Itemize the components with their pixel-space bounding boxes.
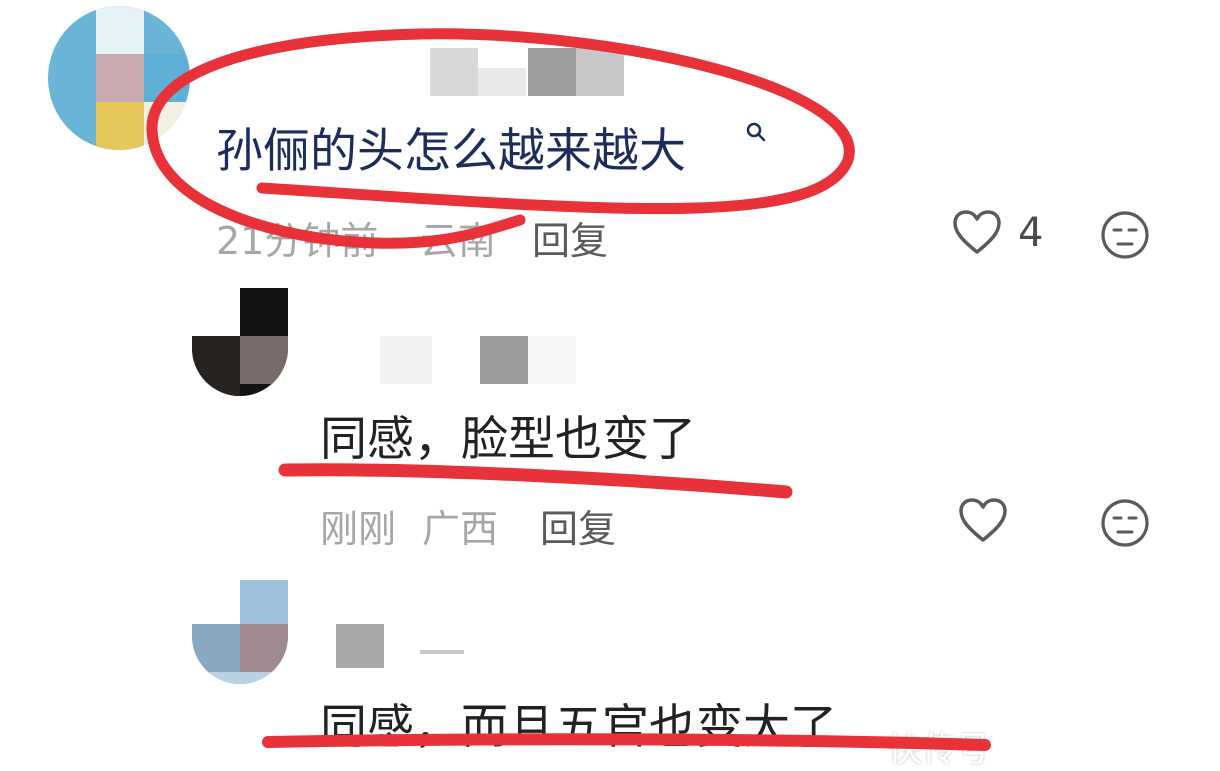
- reply-button[interactable]: 回复: [540, 498, 616, 553]
- username-blurred[interactable]: [430, 48, 630, 98]
- reply-button[interactable]: 回复: [532, 210, 608, 265]
- heart-icon[interactable]: [958, 498, 1008, 548]
- comment-location: 广西: [422, 507, 499, 551]
- search-icon[interactable]: [744, 120, 768, 148]
- comment-time: 刚刚: [320, 507, 397, 551]
- emoji-icon[interactable]: [1100, 210, 1150, 264]
- annotation-underline-1: [278, 463, 793, 499]
- comment-text: 同感，脸型也变了: [320, 412, 696, 467]
- avatar[interactable]: [48, 6, 190, 150]
- username-blurred[interactable]: [336, 624, 476, 672]
- like-count: 4: [1018, 210, 1044, 256]
- comment-time: 21分钟前: [216, 219, 379, 263]
- heart-icon[interactable]: [952, 210, 1002, 260]
- comment-location: 云南: [420, 219, 497, 263]
- avatar[interactable]: [192, 580, 288, 684]
- comment-text: 孙俪的头怎么越来越大: [216, 124, 686, 179]
- username-blurred[interactable]: [380, 336, 580, 386]
- comment-text: 同感，而且五官也变大了: [320, 700, 837, 755]
- emoji-icon[interactable]: [1100, 498, 1150, 552]
- watermark: 快传号: [888, 730, 990, 770]
- avatar[interactable]: [192, 288, 288, 396]
